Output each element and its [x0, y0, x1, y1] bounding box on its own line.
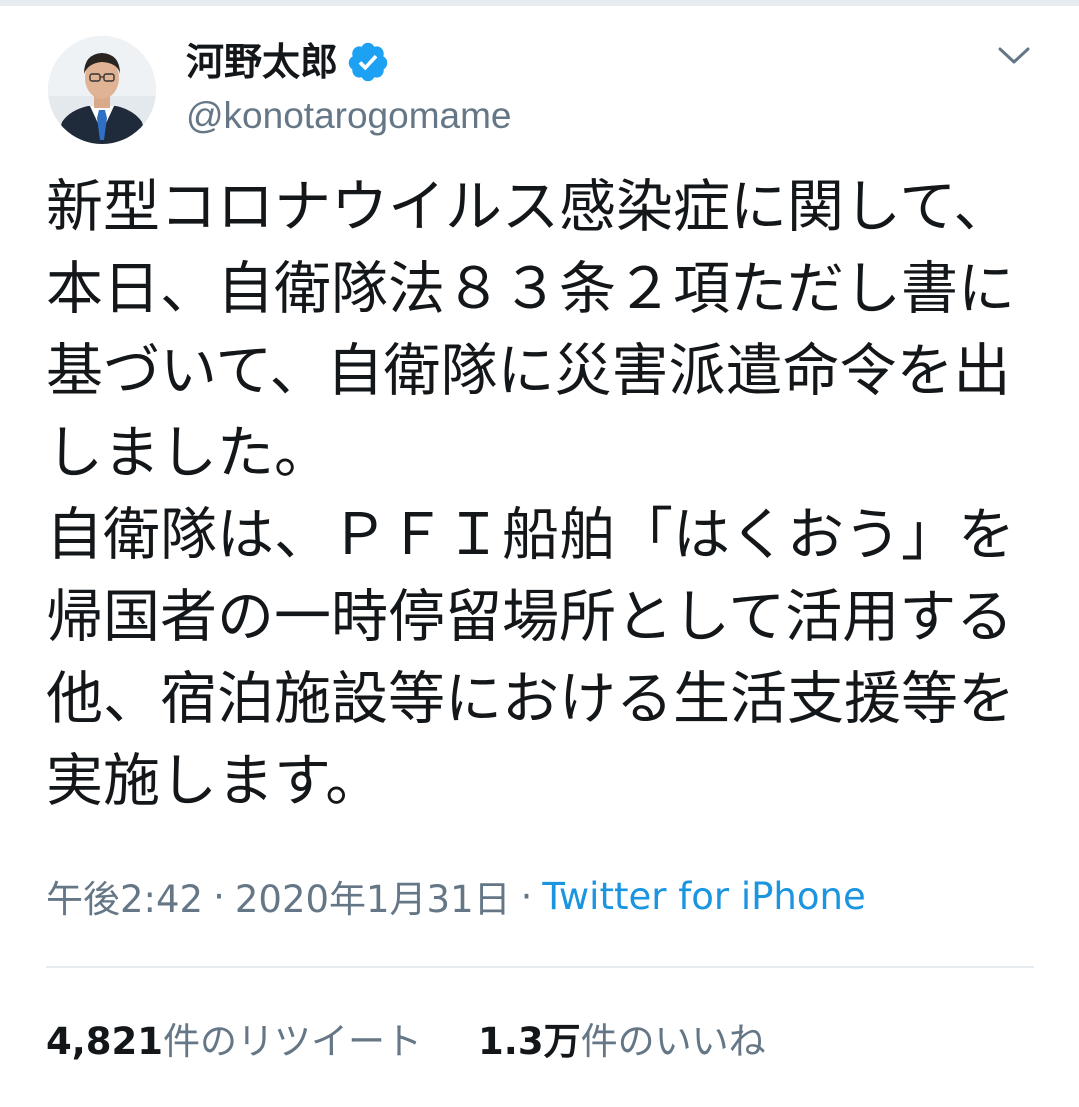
chevron-down-icon	[998, 47, 1030, 64]
likes-label: 件のいいね	[580, 1020, 766, 1063]
likes-stat[interactable]: 1.3万 件のいいね	[478, 1011, 766, 1065]
tweet-meta: 午後2:42 · 2020年1月31日 · Twitter for iPhone	[46, 868, 866, 924]
tweet-detail: 河野太郎 @konotarogomame 新型コロナウイルス感染症に関して、本日…	[0, 0, 1079, 1107]
meta-separator: ·	[520, 874, 533, 918]
tweet-source-link[interactable]: Twitter for iPhone	[542, 875, 865, 918]
retweets-stat[interactable]: 4,821 件のリツイート	[46, 1011, 422, 1065]
tweet-date[interactable]: 2020年1月31日	[235, 869, 511, 923]
author-handle[interactable]: @konotarogomame	[186, 92, 512, 140]
retweets-count: 4,821	[46, 1020, 164, 1063]
author-display-name[interactable]: 河野太郎	[186, 36, 338, 88]
tweet-time[interactable]: 午後2:42	[46, 869, 203, 923]
avatar[interactable]	[48, 36, 156, 144]
top-divider	[0, 0, 1079, 6]
tweet-text: 新型コロナウイルス感染症に関して、本日、自衛隊法８３条２項ただし書に基づいて、自…	[46, 174, 1015, 814]
likes-count: 1.3万	[478, 1020, 581, 1063]
verified-badge-icon	[346, 40, 390, 84]
tweet-stats: 4,821 件のリツイート 1.3万 件のいいね	[46, 1010, 766, 1066]
tweet-menu-button[interactable]	[990, 36, 1038, 76]
profile-photo	[48, 36, 156, 144]
retweets-label: 件のリツイート	[163, 1020, 423, 1063]
author-name-row[interactable]: 河野太郎	[186, 36, 390, 88]
divider	[46, 966, 1034, 968]
meta-separator: ·	[213, 874, 225, 918]
